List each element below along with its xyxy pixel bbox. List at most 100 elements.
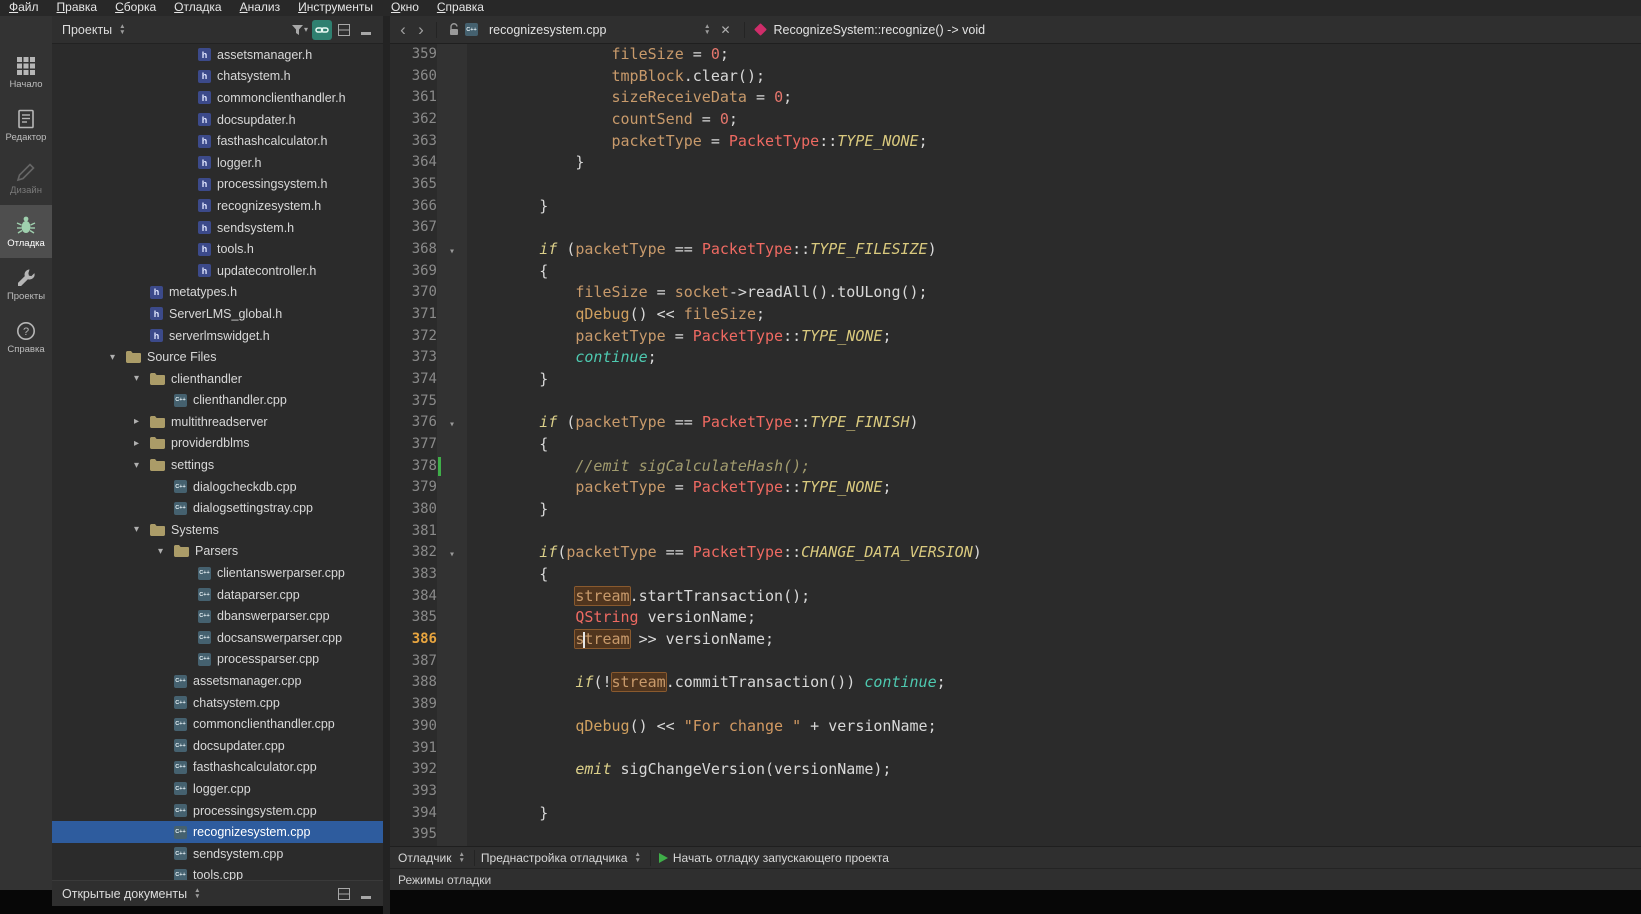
collapse-arrow-icon[interactable]: ▾: [158, 546, 174, 557]
tree-item-assetsmanager.cpp[interactable]: C++assetsmanager.cpp: [52, 670, 383, 692]
menu-item-Окно[interactable]: Окно: [382, 0, 428, 16]
mode-welcome[interactable]: Начало: [0, 46, 52, 99]
mode-design[interactable]: Дизайн: [0, 152, 52, 205]
tree-item-metatypes.h[interactable]: hmetatypes.h: [52, 282, 383, 304]
panel-splitter[interactable]: [383, 16, 390, 914]
code-line-364[interactable]: 364 }: [390, 152, 1641, 174]
line-number[interactable]: 380: [390, 499, 437, 521]
tree-item-fasthashcalculator.h[interactable]: hfasthashcalculator.h: [52, 130, 383, 152]
line-number[interactable]: 389: [390, 694, 437, 716]
code-line-389[interactable]: 389: [390, 694, 1641, 716]
tree-item-multithreadserver[interactable]: ▸multithreadserver: [52, 411, 383, 433]
line-number[interactable]: 366: [390, 196, 437, 218]
code-line-375[interactable]: 375: [390, 391, 1641, 413]
line-number[interactable]: 381: [390, 521, 437, 543]
line-number[interactable]: 387: [390, 651, 437, 673]
code-line-383[interactable]: 383 {: [390, 564, 1641, 586]
line-number[interactable]: 370: [390, 282, 437, 304]
tree-item-dataparser.cpp[interactable]: C++dataparser.cpp: [52, 584, 383, 606]
tree-item-clienthandler.cpp[interactable]: C++clienthandler.cpp: [52, 390, 383, 412]
fold-arrow-icon[interactable]: ▾: [449, 246, 455, 257]
close-sidebar-button[interactable]: [356, 884, 376, 904]
filter-button[interactable]: ▾: [290, 20, 310, 40]
collapse-arrow-icon[interactable]: ▾: [134, 524, 150, 535]
fold-arrow-icon[interactable]: ▾: [449, 549, 455, 560]
tree-item-commonclienthandler.h[interactable]: hcommonclienthandler.h: [52, 87, 383, 109]
tree-item-ServerLMS_global.h[interactable]: hServerLMS_global.h: [52, 303, 383, 325]
menu-item-Файл[interactable]: Файл: [0, 0, 48, 16]
line-number[interactable]: 364: [390, 152, 437, 174]
line-number[interactable]: 373: [390, 347, 437, 369]
line-number[interactable]: 377: [390, 434, 437, 456]
expand-arrow-icon[interactable]: ▸: [134, 416, 150, 427]
line-number[interactable]: 362: [390, 109, 437, 131]
code-line-370[interactable]: 370 fileSize = socket->readAll().toULong…: [390, 282, 1641, 304]
line-number[interactable]: 376: [390, 412, 437, 434]
tree-item-dbanswerparser.cpp[interactable]: C++dbanswerparser.cpp: [52, 605, 383, 627]
code-line-387[interactable]: 387: [390, 651, 1641, 673]
line-number[interactable]: 371: [390, 304, 437, 326]
tree-item-recognizesystem.cpp[interactable]: C++recognizesystem.cpp: [52, 821, 383, 843]
tree-item-processingsystem.h[interactable]: hprocessingsystem.h: [52, 174, 383, 196]
fold-margin[interactable]: ▾: [437, 239, 467, 261]
code-line-395[interactable]: 395: [390, 824, 1641, 846]
line-number[interactable]: 390: [390, 716, 437, 738]
tree-item-Source Files[interactable]: ▾Source Files: [52, 346, 383, 368]
code-line-377[interactable]: 377 {: [390, 434, 1641, 456]
tree-item-recognizesystem.h[interactable]: hrecognizesystem.h: [52, 195, 383, 217]
document-dropdown-arrows-icon[interactable]: ▲▼: [704, 24, 710, 35]
tree-item-tools.h[interactable]: htools.h: [52, 238, 383, 260]
line-number[interactable]: 372: [390, 326, 437, 348]
tree-item-docsanswerparser.cpp[interactable]: C++docsanswerparser.cpp: [52, 627, 383, 649]
collapse-arrow-icon[interactable]: ▾: [110, 352, 126, 363]
menu-item-Справка[interactable]: Справка: [428, 0, 493, 16]
debugger-dropdown[interactable]: Отладчик ▲▼: [398, 851, 468, 865]
code-line-365[interactable]: 365: [390, 174, 1641, 196]
code-line-390[interactable]: 390 qDebug() << "For change " + versionN…: [390, 716, 1641, 738]
code-line-388[interactable]: 388 if(!stream.commitTransaction()) cont…: [390, 672, 1641, 694]
tree-item-Systems[interactable]: ▾Systems: [52, 519, 383, 541]
line-number[interactable]: 394: [390, 803, 437, 825]
line-number[interactable]: 363: [390, 131, 437, 153]
back-button[interactable]: ‹: [394, 21, 412, 38]
menu-item-Отладка[interactable]: Отладка: [165, 0, 230, 16]
tree-item-commonclienthandler.cpp[interactable]: C++commonclienthandler.cpp: [52, 713, 383, 735]
code-line-393[interactable]: 393: [390, 781, 1641, 803]
tree-item-providerdblms[interactable]: ▸providerdblms: [52, 433, 383, 455]
line-number[interactable]: 361: [390, 87, 437, 109]
line-number[interactable]: 360: [390, 66, 437, 88]
tree-item-dialogcheckdb.cpp[interactable]: C++dialogcheckdb.cpp: [52, 476, 383, 498]
code-line-392[interactable]: 392 emit sigChangeVersion(versionName);: [390, 759, 1641, 781]
code-line-378[interactable]: 378 //emit sigCalculateHash();: [390, 456, 1641, 478]
mode-help[interactable]: ?Справка: [0, 311, 52, 364]
line-number[interactable]: 383: [390, 564, 437, 586]
code-area[interactable]: 359 fileSize = 0;360 tmpBlock.clear();36…: [390, 44, 1641, 846]
line-number[interactable]: 379: [390, 477, 437, 499]
tree-item-sendsystem.cpp[interactable]: C++sendsystem.cpp: [52, 843, 383, 865]
tree-item-Parsers[interactable]: ▾Parsers: [52, 541, 383, 563]
close-sidebar-button[interactable]: [356, 20, 376, 40]
forward-button[interactable]: ›: [412, 21, 430, 38]
code-line-359[interactable]: 359 fileSize = 0;: [390, 44, 1641, 66]
tree-item-settings[interactable]: ▾settings: [52, 454, 383, 476]
tree-item-chatsystem.cpp[interactable]: C++chatsystem.cpp: [52, 692, 383, 714]
menu-item-Инструменты[interactable]: Инструменты: [289, 0, 382, 16]
line-number[interactable]: 359: [390, 44, 437, 66]
code-line-380[interactable]: 380 }: [390, 499, 1641, 521]
code-line-368[interactable]: 368▾ if (packetType == PacketType::TYPE_…: [390, 239, 1641, 261]
symbol-selector[interactable]: RecognizeSystem::recognize() -> void: [774, 23, 986, 37]
mode-debug[interactable]: Отладка: [0, 205, 52, 258]
split-panel-button[interactable]: [334, 20, 354, 40]
fold-margin[interactable]: ▾: [437, 412, 467, 434]
code-line-371[interactable]: 371 qDebug() << fileSize;: [390, 304, 1641, 326]
line-number[interactable]: 384: [390, 586, 437, 608]
mode-projects[interactable]: Проекты: [0, 258, 52, 311]
line-number[interactable]: 374: [390, 369, 437, 391]
open-documents-title[interactable]: Открытые документы: [58, 887, 191, 901]
split-panel-button[interactable]: [334, 884, 354, 904]
tree-item-assetsmanager.h[interactable]: hassetsmanager.h: [52, 44, 383, 66]
code-line-394[interactable]: 394 }: [390, 803, 1641, 825]
tree-item-clientanswerparser.cpp[interactable]: C++clientanswerparser.cpp: [52, 562, 383, 584]
tree-item-logger.h[interactable]: hlogger.h: [52, 152, 383, 174]
menu-item-Правка[interactable]: Правка: [48, 0, 107, 16]
